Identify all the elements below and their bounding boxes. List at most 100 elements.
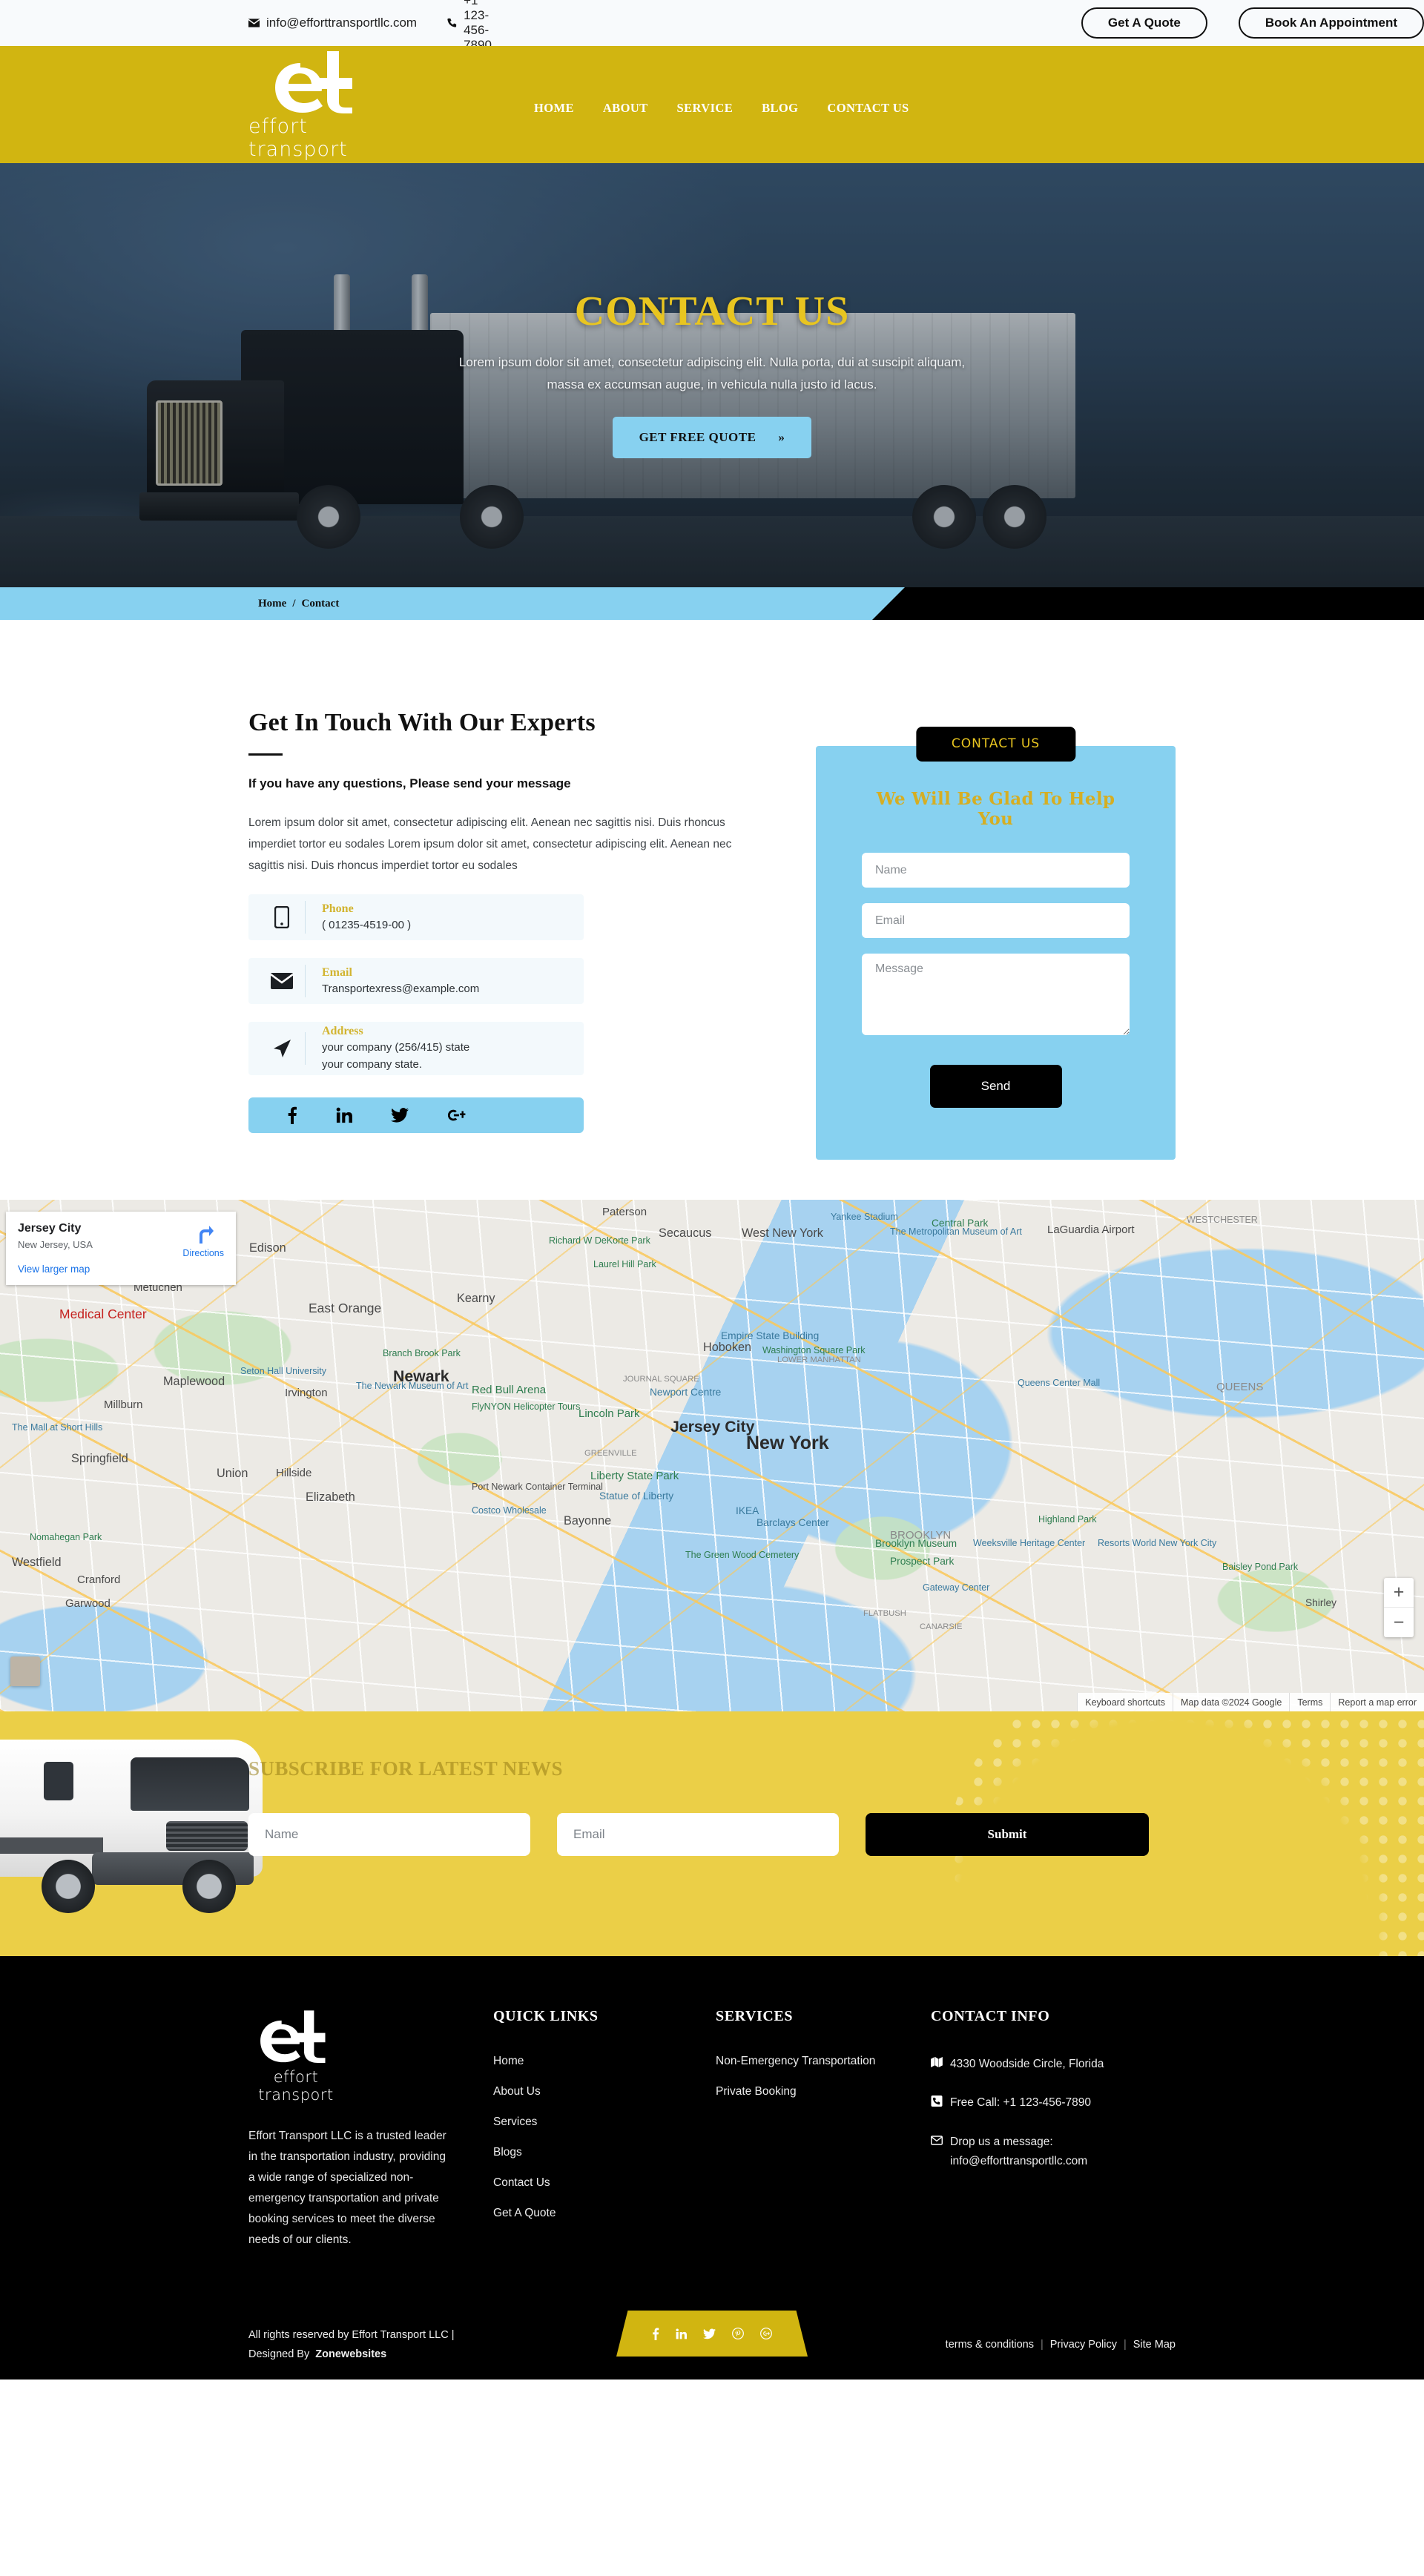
google-plus-icon[interactable]: [447, 1107, 467, 1123]
map-directions-label: Directions: [182, 1248, 224, 1258]
linkedin-icon[interactable]: [676, 2328, 687, 2339]
legal-separator-1: |: [1040, 2339, 1044, 2351]
facebook-icon[interactable]: [287, 1106, 297, 1124]
hero-title: CONTACT US: [574, 288, 850, 334]
directions-icon: [182, 1225, 224, 1246]
envelope-icon: [931, 2133, 943, 2171]
social-links-bar: [248, 1097, 584, 1133]
footer-link-services[interactable]: Services: [493, 2116, 716, 2129]
nav-item-contact-us[interactable]: CONTACT US: [827, 101, 909, 116]
contact-card-address[interactable]: Address your company (256/415) state you…: [248, 1022, 584, 1075]
map-icon: [931, 2055, 943, 2074]
nav-item-home[interactable]: HOME: [534, 101, 574, 116]
mobile-icon: [259, 906, 305, 928]
google-plus-icon[interactable]: [760, 2328, 772, 2339]
contact-card-email[interactable]: Email Transportexress@example.com: [248, 958, 584, 1004]
contact-card-address-label: Address: [322, 1025, 363, 1037]
topbar-phone[interactable]: +1 123-456-7890: [446, 0, 495, 53]
form-send-button[interactable]: Send: [929, 1065, 1062, 1108]
footer-contact-phone-text: Free Call: +1 123-456-7890: [950, 2096, 1091, 2109]
footer-bottom-wrapper: All rights reserved by Effort Transport …: [248, 2311, 1176, 2364]
contact-card-address-value: your company (256/415) state: [322, 1041, 470, 1054]
footer-bottom-bar: All rights reserved by Effort Transport …: [0, 2310, 1424, 2380]
form-email-input[interactable]: [862, 903, 1130, 938]
twitter-icon[interactable]: [391, 1107, 409, 1123]
footer-contact-phone[interactable]: Free Call: +1 123-456-7890: [931, 2093, 1176, 2113]
footer-designer-name[interactable]: Zonewebsites: [315, 2348, 386, 2360]
footer-contact-address-text: 4330 Woodside Circle, Florida: [950, 2058, 1104, 2070]
footer-copyright: All rights reserved by Effort Transport …: [248, 2325, 560, 2364]
contact-card-email-label: Email: [322, 965, 352, 979]
nav-item-service[interactable]: SERVICE: [677, 101, 734, 116]
footer-logo[interactable]: effort transport: [248, 2008, 360, 2104]
contact-card-phone-label: Phone: [322, 902, 354, 915]
footer-contact-email[interactable]: Drop us a message: info@efforttransportl…: [931, 2133, 1176, 2171]
footer-service-private-booking[interactable]: Private Booking: [716, 2085, 931, 2098]
book-appointment-button[interactable]: Book An Appointment: [1238, 7, 1424, 39]
footer-sitemap-link[interactable]: Site Map: [1133, 2339, 1176, 2351]
footer-link-blogs[interactable]: Blogs: [493, 2146, 716, 2159]
primary-nav: HOME ABOUT SERVICE BLOG CONTACT US: [534, 101, 909, 116]
map-directions-button[interactable]: Directions: [182, 1223, 224, 1258]
nav-item-blog[interactable]: BLOG: [762, 101, 798, 116]
double-chevron-right-icon: »: [778, 430, 785, 444]
topbar-contact-group: info@efforttransportllc.com +1 123-456-7…: [248, 0, 495, 53]
et-logo-icon: [260, 2010, 326, 2063]
map-keyboard-shortcuts[interactable]: Keyboard shortcuts: [1077, 1693, 1173, 1711]
footer-privacy-link[interactable]: Privacy Policy: [1050, 2339, 1117, 2351]
linkedin-icon[interactable]: [336, 1107, 352, 1123]
footer-link-contact-us[interactable]: Contact Us: [493, 2176, 716, 2190]
van-windshield: [131, 1757, 249, 1811]
contact-card-phone[interactable]: Phone ( 01235-4519-00 ): [248, 894, 584, 940]
topbar-email[interactable]: info@efforttransportllc.com: [248, 16, 417, 30]
map-zoom-controls: + −: [1384, 1578, 1414, 1637]
get-a-quote-button[interactable]: Get A Quote: [1081, 7, 1207, 39]
view-larger-map-link[interactable]: View larger map: [18, 1264, 224, 1275]
newsletter-form: Submit: [248, 1813, 1176, 1856]
map-report-error-link[interactable]: Report a map error: [1330, 1693, 1424, 1711]
nav-item-about[interactable]: ABOUT: [603, 101, 648, 116]
topbar-phone-text: +1 123-456-7890: [464, 0, 492, 52]
contact-form-heading: We Will Be Glad To Help You: [876, 789, 1115, 829]
footer-link-about-us[interactable]: About Us: [493, 2085, 716, 2098]
contact-card-phone-text: Phone ( 01235-4519-00 ): [306, 902, 411, 933]
map-zoom-out-button[interactable]: −: [1384, 1608, 1414, 1637]
map-attribution-bar: Keyboard shortcuts Map data ©2024 Google…: [0, 1693, 1424, 1711]
site-logo[interactable]: effort transport: [248, 48, 386, 161]
breadcrumb-home-link[interactable]: Home: [258, 598, 286, 610]
footer-contact-email-text: Drop us a message: info@efforttransportl…: [950, 2136, 1088, 2167]
van-wheel-front: [182, 1860, 236, 1913]
contact-left-column: Get In Touch With Our Experts If you hav…: [248, 709, 768, 1133]
form-name-input[interactable]: [862, 853, 1130, 888]
location-arrow-icon: [259, 1038, 305, 1059]
get-free-quote-button[interactable]: GET FREE QUOTE »: [612, 417, 812, 458]
footer-terms-link[interactable]: terms & conditions: [946, 2339, 1034, 2351]
hero-content: CONTACT US Lorem ipsum dolor sit amet, c…: [0, 288, 1424, 458]
contact-section: Get In Touch With Our Experts If you hav…: [0, 620, 1424, 1200]
contact-form-tab: CONTACT US: [915, 727, 1076, 762]
map-terms-link[interactable]: Terms: [1289, 1693, 1331, 1711]
form-message-textarea[interactable]: [862, 954, 1130, 1035]
contact-card-email-value: Transportexress@example.com: [322, 982, 480, 995]
footer-services-column: SERVICES Non-Emergency Transportation Pr…: [716, 2008, 931, 2250]
footer-link-get-a-quote[interactable]: Get A Quote: [493, 2207, 716, 2220]
street-view-pegman[interactable]: [10, 1657, 40, 1686]
footer-columns: effort transport Effort Transport LLC is…: [248, 2008, 1176, 2250]
footer-link-home[interactable]: Home: [493, 2055, 716, 2068]
legal-separator-2: |: [1123, 2339, 1127, 2351]
google-map[interactable]: Medical Center Edison Metuchen East Orange K…: [0, 1200, 1424, 1711]
newsletter-email-input[interactable]: [557, 1813, 839, 1856]
contact-card-address-text: Address your company (256/415) state you…: [306, 1025, 469, 1072]
footer-contact-column: CONTACT INFO 4330 Woodside Circle, Flori…: [931, 2008, 1176, 2250]
map-data-attribution: Map data ©2024 Google: [1172, 1693, 1290, 1711]
envelope-icon: [248, 19, 260, 27]
newsletter-submit-button[interactable]: Submit: [866, 1813, 1149, 1856]
facebook-icon[interactable]: [652, 2328, 659, 2340]
footer-service-non-emergency[interactable]: Non-Emergency Transportation: [716, 2055, 931, 2068]
newsletter-name-input[interactable]: [248, 1813, 530, 1856]
footer-contact-address: 4330 Woodside Circle, Florida: [931, 2055, 1176, 2074]
map-zoom-in-button[interactable]: +: [1384, 1578, 1414, 1608]
twitter-icon[interactable]: [703, 2328, 716, 2339]
pinterest-icon[interactable]: [732, 2328, 744, 2339]
contact-card-phone-value: ( 01235-4519-00 ): [322, 918, 412, 931]
